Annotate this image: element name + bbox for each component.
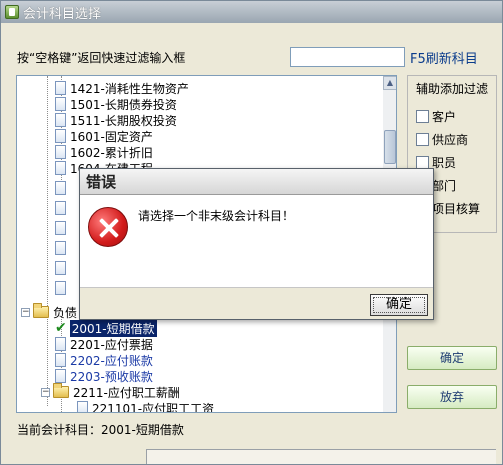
tree-item-label: 1602-累计折旧 [70,145,153,160]
cancel-button[interactable]: 放弃 [407,385,497,409]
document-icon [55,145,66,159]
tree-group-label: 负债 [53,305,78,320]
tree-item-1421[interactable]: 1421-消耗性生物资产 [55,80,189,96]
tree-item-2201[interactable]: 2201-应付票据 [55,336,153,352]
dialog-footer: 确定 [80,287,433,319]
checkbox-icon[interactable] [416,133,429,146]
tree-group-label: 2211-应付职工薪酬 [73,385,180,400]
folder-open-icon [33,303,49,318]
tree-item-label: 1501-长期债券投资 [70,97,177,112]
app-icon [5,5,19,19]
checkbox-icon[interactable] [416,110,429,123]
scroll-up-icon[interactable]: ▲ [383,76,396,90]
tree-item-2202[interactable]: 2202-应付账款 [55,352,153,368]
tree-item-label: 1511-长期股权投资 [70,113,177,128]
document-icon [55,281,66,295]
document-icon [55,221,66,235]
current-account-status: 当前会计科目：2001-短期借款 [17,423,184,437]
filter-input[interactable] [290,47,405,67]
document-icon [55,97,66,111]
filter-row: 按“空格键”返回快速过滤输入框 F5刷新科目 [17,45,497,69]
error-message: 请选择一个非末级会计科目！ [138,209,295,223]
tree-item-hidden[interactable] [55,200,70,216]
tree-item-hidden[interactable] [55,220,70,236]
tree-item-label: 2201-应付票据 [70,337,153,352]
checkbox-label: 职员 [432,156,457,170]
title-bar[interactable]: 会计科目选择 [1,1,502,23]
error-icon [88,207,128,247]
document-icon [55,353,66,367]
document-icon [55,161,66,175]
tree-item-label: 2203-预收账款 [70,369,153,384]
document-icon [55,241,66,255]
tree-item-2001[interactable]: ✔ 2001-短期借款 [55,319,157,337]
collapse-icon[interactable]: − [41,387,50,397]
scroll-thumb[interactable] [384,130,396,164]
checkmark-icon: ✔ [55,320,67,336]
error-dialog-title[interactable]: 错误 [80,169,433,195]
checkbox-label: 项目核算 [432,202,481,216]
tree-item-label: 221101-应付职工工资 [92,401,215,413]
checkbox-label: 供应商 [432,133,469,147]
document-icon [55,181,66,195]
tree-group-2211[interactable]: − 2211-应付职工薪酬 [41,383,180,400]
filter-supplier-checkbox[interactable]: 供应商 [416,131,468,148]
tree-group-liabilities[interactable]: − 负债 [21,303,78,320]
document-icon [55,369,66,383]
folder-open-icon [53,383,69,398]
tree-item-label: 1601-固定资产 [70,129,153,144]
collapse-icon[interactable]: − [21,307,30,317]
tree-item-1601[interactable]: 1601-固定资产 [55,128,153,144]
assist-filter-title: 辅助添加过滤 [416,82,489,96]
tree-item-1511[interactable]: 1511-长期股权投资 [55,112,177,128]
account-select-window: 会计科目选择 按“空格键”返回快速过滤输入框 F5刷新科目 1421-消耗性生物… [0,0,503,465]
tree-item-hidden[interactable] [55,180,70,196]
confirm-button[interactable]: 确定 [407,346,497,370]
tree-item-label: 1421-消耗性生物资产 [70,81,189,96]
refresh-accounts-button[interactable]: F5刷新科目 [410,48,478,67]
document-icon [55,113,66,127]
document-icon [55,129,66,143]
checkbox-label: 客户 [432,110,457,124]
window-title: 会计科目选择 [23,6,102,22]
tree-item-221101[interactable]: 221101-应付职工工资 [77,400,215,413]
document-icon [55,81,66,95]
dialog-ok-button[interactable]: 确定 [370,294,428,316]
tree-item-2203[interactable]: 2203-预收账款 [55,368,153,384]
tree-guide-line [47,76,48,406]
document-icon [55,337,66,351]
tree-item-1602[interactable]: 1602-累计折旧 [55,144,153,160]
tree-item-label-selected: 2001-短期借款 [69,319,157,337]
document-icon [55,201,66,215]
tree-item-hidden[interactable] [55,240,70,256]
filter-customer-checkbox[interactable]: 客户 [416,108,456,125]
bottom-panel-edge [146,449,496,464]
filter-label: 按“空格键”返回快速过滤输入框 [17,50,186,65]
checkbox-label: 部门 [432,179,457,193]
tree-item-label: 2202-应付账款 [70,353,153,368]
tree-item-hidden[interactable] [55,280,70,296]
document-icon [77,401,88,412]
tree-item-1501[interactable]: 1501-长期债券投资 [55,96,177,112]
document-icon [55,261,66,275]
tree-item-hidden[interactable] [55,260,70,276]
error-dialog: 错误 请选择一个非末级会计科目！ 确定 [79,168,434,320]
